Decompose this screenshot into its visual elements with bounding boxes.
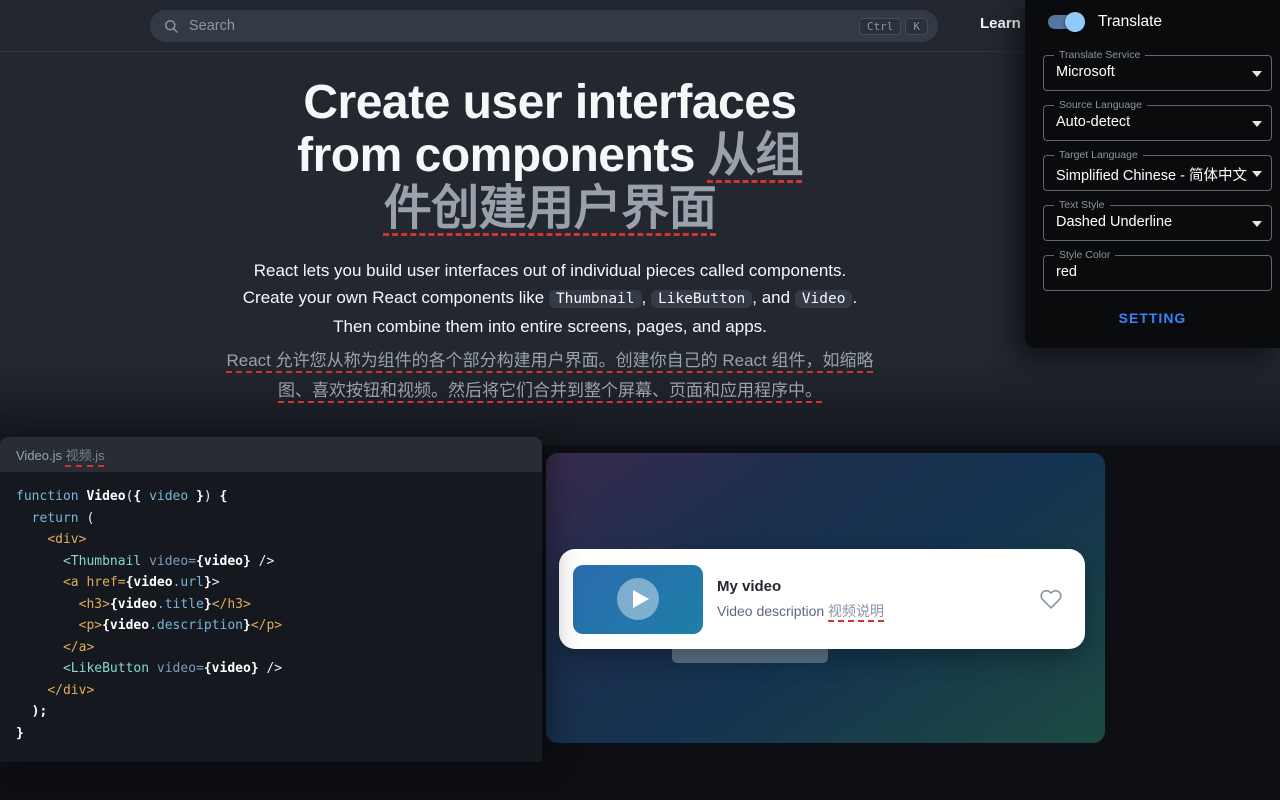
zh-paragraph-line2: 图、喜欢按钮和视频。然后将它们合并到整个屏幕、页面和应用程序中。 — [278, 381, 822, 400]
video-title: My video — [717, 578, 1039, 595]
style-color-field[interactable]: Style Color red — [1043, 255, 1272, 291]
play-icon — [615, 576, 661, 622]
title-line2-en: from components — [297, 129, 708, 182]
nav-link-learn[interactable]: Learn — [980, 15, 1021, 32]
shortcut-ctrl-key: Ctrl — [859, 18, 902, 35]
style-color-label: Style Color — [1054, 249, 1115, 261]
title-line-1: Create user interfaces — [0, 76, 1100, 129]
translate-toggle[interactable]: Translate — [1048, 12, 1162, 32]
code-editor-panel: Video.js 视频.js function Video({ video })… — [0, 437, 542, 762]
video-meta: My video Video description 视频说明 — [717, 578, 1039, 621]
search-icon — [164, 19, 179, 34]
zh-paragraph-line1: React 允许您从称为组件的各个部分构建用户界面。创建你自己的 React 组… — [227, 351, 874, 370]
hero-p-line2: Create your own React components like Th… — [243, 288, 857, 307]
heart-icon — [1039, 587, 1063, 611]
code-tab-zh-translated: 视频.js — [66, 448, 105, 463]
hero-paragraph: React lets you build user interfaces out… — [0, 257, 1100, 340]
page-title: Create user interfaces from components 从… — [0, 76, 1100, 235]
hero-p-line1: React lets you build user interfaces out… — [254, 261, 847, 280]
inline-code-video: Video — [795, 290, 853, 308]
source-language-select[interactable]: Source Language Auto-detect — [1043, 105, 1272, 141]
title-line2-zh-translated: 从组 — [708, 129, 803, 182]
video-description-zh-translated: 视频说明 — [828, 603, 884, 619]
title-line-2: from components 从组 — [0, 129, 1100, 182]
text-style-label: Text Style — [1054, 199, 1110, 211]
hero-content: Create user interfaces from components 从… — [0, 76, 1100, 406]
translate-service-label: Translate Service — [1054, 49, 1145, 61]
title-line3-zh-translated: 件创建用户界面 — [384, 182, 717, 235]
code-content[interactable]: function Video({ video }) { return ( <di… — [0, 472, 542, 758]
target-language-label: Target Language — [1054, 149, 1143, 161]
chevron-down-icon — [1252, 171, 1262, 177]
shortcut-k-key: K — [905, 18, 928, 35]
video-card: My video Video description 视频说明 — [559, 549, 1085, 649]
chevron-down-icon — [1252, 221, 1262, 227]
target-language-select[interactable]: Target Language Simplified Chinese - 简体中… — [1043, 155, 1272, 191]
inline-code-likebutton: LikeButton — [651, 290, 752, 308]
search-input[interactable]: Search Ctrl K — [150, 10, 938, 42]
search-placeholder: Search — [189, 18, 855, 34]
translate-toggle-label: Translate — [1098, 13, 1162, 31]
video-description: Video description 视频说明 — [717, 601, 1039, 621]
chevron-down-icon — [1252, 71, 1262, 77]
text-style-select[interactable]: Text Style Dashed Underline — [1043, 205, 1272, 241]
code-tab-videojs[interactable]: Video.js 视频.js — [16, 445, 105, 464]
setting-button[interactable]: SETTING — [1025, 310, 1280, 326]
like-button[interactable] — [1039, 587, 1063, 611]
chevron-down-icon — [1252, 121, 1262, 127]
source-language-label: Source Language — [1054, 99, 1147, 111]
title-line-3: 件创建用户界面 — [0, 182, 1100, 235]
video-thumbnail[interactable] — [573, 565, 703, 634]
translate-service-select[interactable]: Translate Service Microsoft — [1043, 55, 1272, 91]
inline-code-thumbnail: Thumbnail — [549, 290, 642, 308]
hero-p-line3: Then combine them into entire screens, p… — [333, 317, 767, 336]
hero-paragraph-zh-translated: React 允许您从称为组件的各个部分构建用户界面。创建你自己的 React 组… — [0, 346, 1100, 406]
video-preview-panel: My video Video description 视频说明 — [546, 453, 1105, 743]
code-editor-header: Video.js 视频.js — [0, 437, 542, 472]
toggle-switch-icon — [1048, 12, 1082, 32]
page: Create user interfaces from components 从… — [0, 0, 1280, 800]
translate-extension-panel: Translate Translate Service Microsoft So… — [1025, 0, 1280, 348]
